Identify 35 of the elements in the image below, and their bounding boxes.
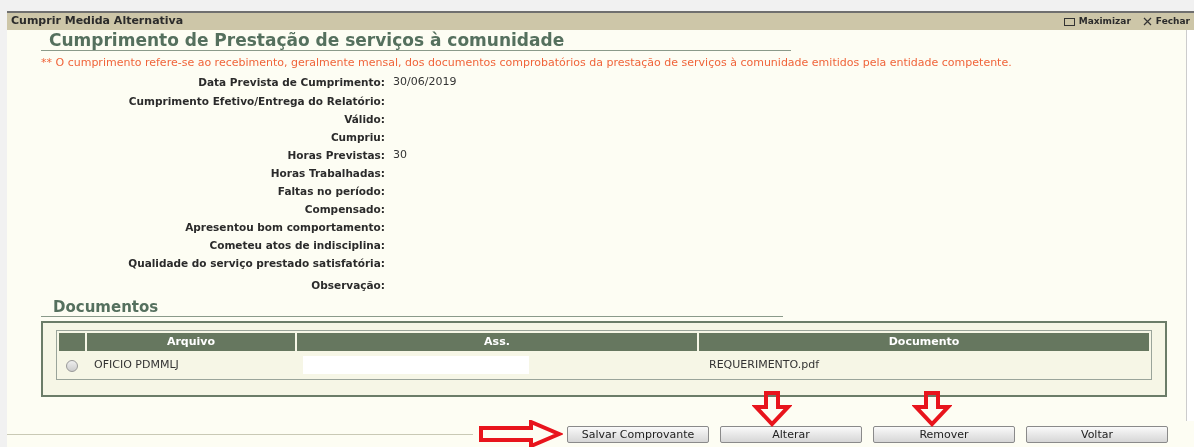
field-label: Cometeu atos de indisciplina: — [208, 238, 385, 253]
field-label: Observação: — [310, 278, 385, 293]
table-cell-text: REQUERIMENTO.pdf — [708, 356, 821, 373]
down-arrow-icon — [752, 391, 792, 427]
field-label: Faltas no período: — [276, 184, 385, 199]
window-title: Cumprir Medida Alternativa — [11, 13, 185, 30]
maximize-icon — [1063, 17, 1075, 26]
field-label: Compensado: — [303, 202, 385, 217]
field-value: 30 — [393, 148, 407, 161]
form-button[interactable]: Alterar — [720, 425, 862, 443]
form-button[interactable]: Voltar — [1026, 425, 1168, 443]
close-icon — [1142, 17, 1152, 26]
field-label: Data Prevista de Cumprimento: — [197, 75, 385, 90]
column-header: Ass. — [297, 333, 697, 351]
field-label: Cumprimento Efetivo/Entrega do Relatório: — [127, 94, 385, 109]
close-button[interactable]: Fechar — [1142, 14, 1190, 29]
field-label: Qualidade do serviço prestado satisfatória: — [127, 256, 385, 271]
form-button[interactable]: Remover — [873, 425, 1015, 443]
column-header: Arquivo — [87, 333, 295, 351]
field-label: Válido: — [343, 112, 385, 127]
column-header: Documento — [699, 333, 1149, 351]
radio-button[interactable] — [66, 359, 78, 372]
field-label: Cumpriu: — [329, 130, 385, 145]
down-arrow-icon — [912, 391, 952, 427]
section-heading: Cumprimento de Prestação de serviços à comunidade — [49, 30, 566, 50]
right-arrow-icon — [479, 420, 563, 447]
form-button[interactable]: Salvar Comprovante — [567, 425, 709, 443]
field-label: Horas Previstas: — [286, 148, 385, 163]
field-value: 30/06/2019 — [393, 75, 457, 88]
maximize-button[interactable]: Maximizar — [1063, 14, 1131, 29]
field-label: Apresentou bom comportamento: — [184, 220, 385, 235]
documents-heading: Documentos — [53, 298, 160, 316]
table-cell-text: OFICIO PDMMLJ — [93, 356, 180, 373]
note-text: ** O cumprimento refere-se ao recebimento, geralmente mensal, dos documentos comprobatórios da prestação de serviços à comunidade emitidos pela entidade competente. — [41, 55, 1013, 71]
field-label: Horas Trabalhadas: — [269, 166, 385, 181]
